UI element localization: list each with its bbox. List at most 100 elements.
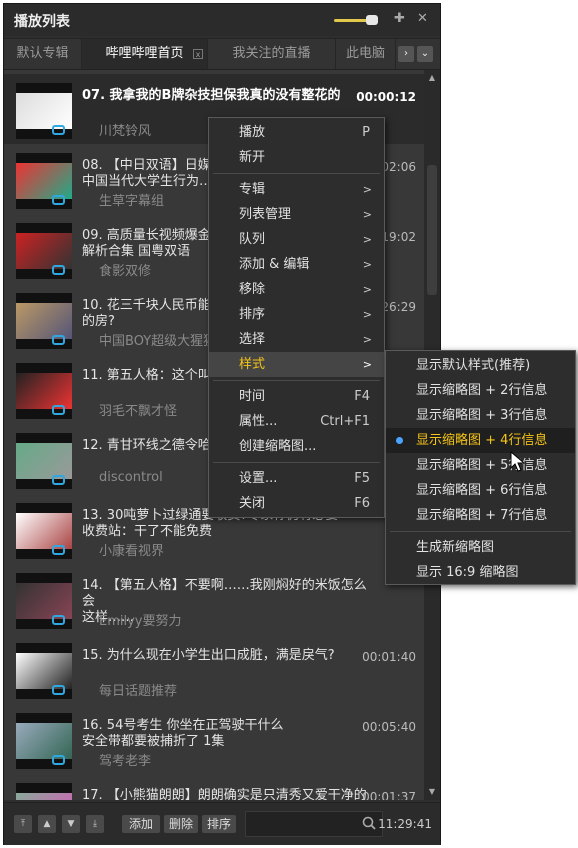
- submenu-item[interactable]: 显示缩略图 + 4行信息: [386, 428, 575, 453]
- submenu-item-label: 显示缩略图 + 4行信息: [416, 433, 548, 448]
- video-title: 07. 我拿我的B牌杂技担保我真的没有整花的: [82, 88, 341, 103]
- submenu-item-label: 显示默认样式(推荐): [416, 358, 531, 373]
- scroll-up-icon[interactable]: ▲: [424, 70, 440, 86]
- menu-item[interactable]: 创建缩略图...: [209, 434, 384, 459]
- menu-item[interactable]: 设置... F5: [209, 466, 384, 491]
- menu-separator: [213, 462, 380, 463]
- delete-button[interactable]: 删除: [164, 815, 198, 833]
- menu-item[interactable]: 时间 F4: [209, 384, 384, 409]
- scrollbar-thumb[interactable]: [427, 165, 437, 295]
- tab-next-icon[interactable]: ›: [398, 46, 414, 62]
- sort-button[interactable]: 排序: [202, 815, 236, 833]
- submenu-item[interactable]: 显示缩略图 + 6行信息: [386, 478, 575, 503]
- video-thumbnail: [16, 573, 72, 629]
- submenu-arrow-icon: >: [362, 233, 372, 246]
- submenu-arrow-icon: >: [362, 183, 372, 196]
- menu-item[interactable]: 播放 P: [209, 120, 384, 145]
- volume-knob[interactable]: [366, 15, 378, 25]
- video-title: 16. 54号考生 你坐在正驾驶干什么 安全带都要被捕折了 1集: [82, 718, 284, 749]
- video-uploader: 生草字幕组: [99, 194, 165, 209]
- menu-item[interactable]: 移除 >: [209, 277, 384, 302]
- clock: 11:29:41: [378, 817, 432, 831]
- playlist-item[interactable]: 15. 为什么现在小学生出口成脏，满是戾气? 00:01:40 每日话题推荐: [4, 634, 424, 704]
- video-uploader: discontrol: [99, 470, 163, 485]
- mouse-cursor-icon: [510, 451, 526, 472]
- video-uploader: 每日话题推荐: [99, 684, 178, 699]
- bottom-toolbar: ⤒ ▲ ▼ ⤓ 添加 删除 排序 11:29:41: [4, 802, 440, 845]
- menu-item[interactable]: 关闭 F6: [209, 491, 384, 516]
- menu-item-label: 关闭: [239, 496, 266, 511]
- video-uploader: 小康看视界: [99, 544, 165, 559]
- submenu-item[interactable]: 显示缩略图 + 2行信息: [386, 378, 575, 403]
- menu-item-label: 设置...: [239, 471, 278, 486]
- menu-shortcut: P: [362, 125, 370, 140]
- menu-item[interactable]: 样式 >: [209, 352, 384, 377]
- menu-shortcut: F5: [354, 471, 370, 486]
- window-title: 播放列表: [14, 14, 70, 30]
- menu-item[interactable]: 新开: [209, 145, 384, 170]
- playlist-item[interactable]: 14. 【第五人格】不要啊……我刚焖好的米饭怎么会 这样…… Emilyy要努力: [4, 564, 424, 634]
- menu-shortcut: F4: [354, 389, 370, 404]
- menu-shortcut: F6: [354, 496, 370, 511]
- search-icon[interactable]: [362, 816, 376, 830]
- video-title: 15. 为什么现在小学生出口成脏，满是戾气?: [82, 648, 335, 663]
- tab-this-pc[interactable]: 此电脑: [336, 39, 396, 69]
- menu-item-label: 样式: [239, 357, 266, 372]
- submenu-arrow-icon: >: [362, 333, 372, 346]
- submenu-item[interactable]: 显示默认样式(推荐): [386, 353, 575, 378]
- menu-item[interactable]: 专辑 >: [209, 177, 384, 202]
- menu-item[interactable]: 队列 >: [209, 227, 384, 252]
- menu-item[interactable]: 选择 >: [209, 327, 384, 352]
- bilibili-tv-icon: [52, 335, 65, 345]
- menu-item-label: 时间: [239, 389, 266, 404]
- playlist-item[interactable]: 16. 54号考生 你坐在正驾驶干什么 安全带都要被捕折了 1集 00:05:40 驾…: [4, 704, 424, 774]
- video-thumbnail: [16, 433, 72, 489]
- video-duration: 00:05:40: [362, 720, 416, 734]
- search-input[interactable]: [245, 811, 383, 837]
- menu-item[interactable]: 列表管理 >: [209, 202, 384, 227]
- menu-item-label: 队列: [239, 232, 266, 247]
- submenu-item[interactable]: 显示 16:9 缩略图: [386, 560, 575, 585]
- tab-label: 哔哩哔哩首页: [105, 46, 184, 61]
- radio-selected-icon: [396, 437, 403, 444]
- bilibili-tv-icon: [52, 125, 65, 135]
- style-submenu: 显示默认样式(推荐) 显示缩略图 + 2行信息显示缩略图 + 3行信息 显示缩略图 …: [385, 350, 576, 585]
- video-duration: 26:29: [381, 300, 416, 314]
- tab-close-icon[interactable]: x: [193, 49, 203, 59]
- tab-bilibili-home[interactable]: 哔哩哔哩首页 x: [82, 39, 208, 69]
- playlist-item[interactable]: 17. 【小熊猫朗朗】朗朗确实是只清秀又爱干净的 00:01:37: [4, 774, 424, 800]
- menu-item[interactable]: 属性... Ctrl+F1: [209, 409, 384, 434]
- submenu-arrow-icon: >: [362, 283, 372, 296]
- move-top-button[interactable]: ⤒: [14, 815, 32, 833]
- move-bottom-button[interactable]: ⤓: [86, 815, 104, 833]
- submenu-item[interactable]: 显示缩略图 + 7行信息: [386, 503, 575, 528]
- close-icon[interactable]: ✕: [417, 11, 428, 26]
- move-up-button[interactable]: ▲: [38, 815, 56, 833]
- video-thumbnail: [16, 503, 72, 559]
- menu-item-label: 添加 & 编辑: [239, 257, 310, 272]
- pin-icon[interactable]: ✚: [394, 11, 405, 26]
- video-duration: 00:01:37: [362, 790, 416, 800]
- menu-separator: [213, 380, 380, 381]
- menu-item[interactable]: 添加 & 编辑 >: [209, 252, 384, 277]
- menu-item[interactable]: 排序 >: [209, 302, 384, 327]
- submenu-item[interactable]: 显示缩略图 + 5行信息: [386, 453, 575, 478]
- context-menu: 播放 P 新开 专辑 > 列表管理 > 队列 > 添加 & 编辑 > 移除 > 排序 > 选择 > 样式 > 时间 F4…: [208, 117, 385, 518]
- submenu-arrow-icon: >: [362, 208, 372, 221]
- submenu-item-label: 显示缩略图 + 6行信息: [416, 483, 548, 498]
- menu-shortcut: Ctrl+F1: [320, 414, 370, 429]
- tab-default-album[interactable]: 默认专辑: [4, 39, 82, 69]
- tab-dropdown-icon[interactable]: ⌄: [417, 46, 433, 62]
- submenu-item-label: 显示缩略图 + 7行信息: [416, 508, 548, 523]
- scroll-down-icon[interactable]: ▼: [424, 784, 440, 800]
- submenu-item-label: 显示缩略图 + 3行信息: [416, 408, 548, 423]
- menu-item-label: 创建缩略图...: [239, 439, 317, 454]
- add-button[interactable]: 添加: [122, 815, 160, 833]
- submenu-item[interactable]: 显示缩略图 + 3行信息: [386, 403, 575, 428]
- submenu-item[interactable]: 生成新缩略图: [386, 535, 575, 560]
- submenu-item-label: 显示缩略图 + 5行信息: [416, 458, 548, 473]
- move-down-button[interactable]: ▼: [62, 815, 80, 833]
- bilibili-tv-icon: [52, 475, 65, 485]
- tab-followed-live[interactable]: 我关注的直播: [208, 39, 336, 69]
- menu-item-label: 属性...: [239, 414, 278, 429]
